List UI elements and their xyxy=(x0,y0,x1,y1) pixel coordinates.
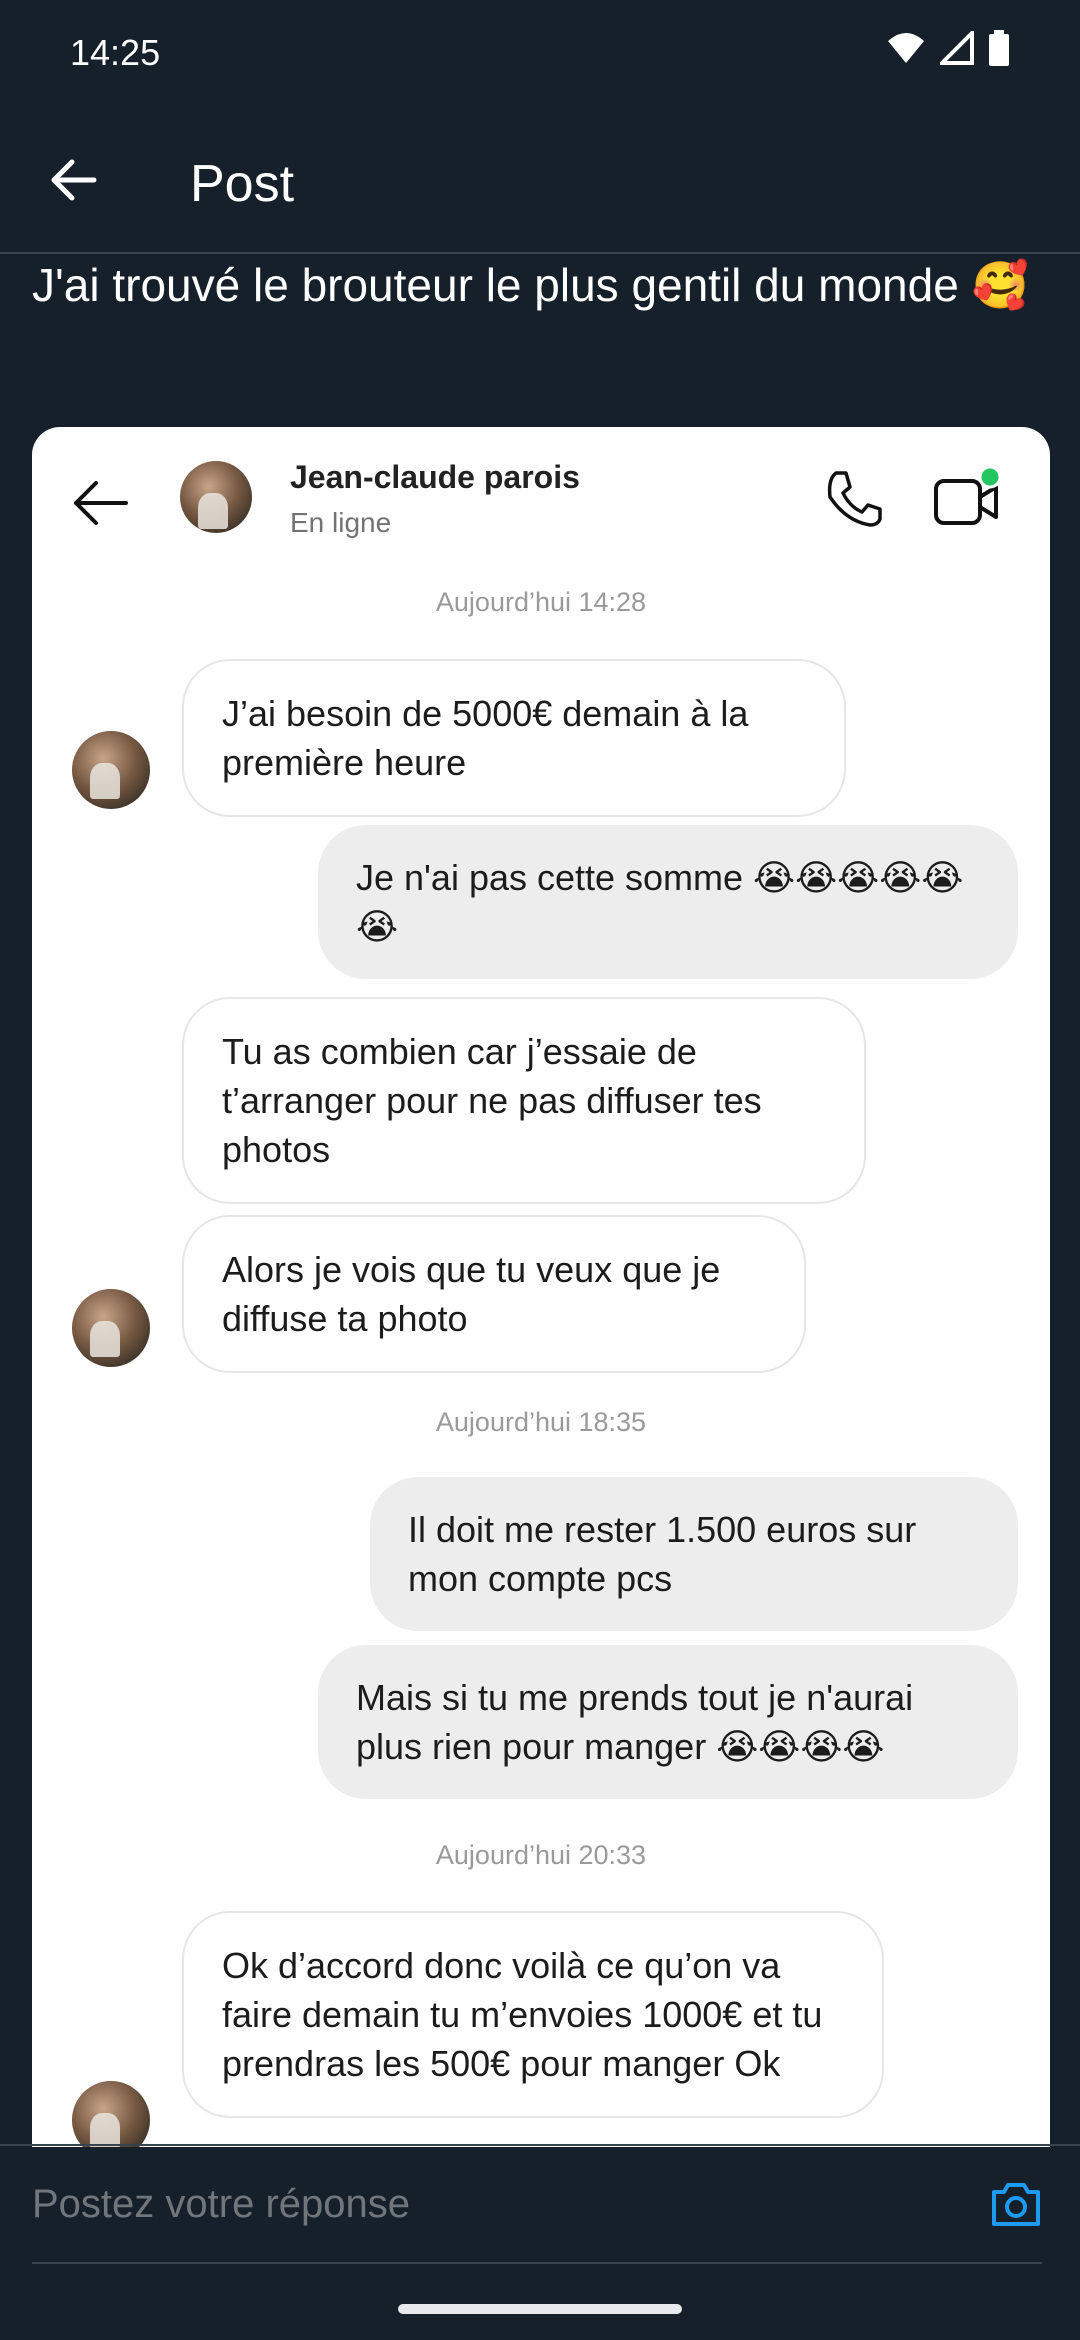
post-emoji: 🥰 xyxy=(971,258,1029,312)
gesture-nav-handle[interactable] xyxy=(398,2304,682,2314)
message-outgoing: Il doit me rester 1.500 euros sur mon co… xyxy=(370,1477,1018,1631)
message-avatar xyxy=(72,731,150,809)
status-icons xyxy=(886,30,1010,66)
contact-status: En ligne xyxy=(290,507,392,538)
message-incoming: J’ai besoin de 5000€ demain à la premièr… xyxy=(182,659,846,817)
contact-name: Jean-claude parois xyxy=(290,459,580,495)
reply-divider xyxy=(32,2262,1042,2264)
message-outgoing: Mais si tu me prends tout je n'aurai plu… xyxy=(318,1645,1018,1799)
message-outgoing: Je n'ai pas cette somme 😭😭😭😭😭😭 xyxy=(318,825,1018,979)
battery-icon xyxy=(989,30,1009,66)
post-text: J'ai trouvé le brouteur le plus gentil d… xyxy=(32,252,1042,318)
message-incoming: Ok d’accord donc voilà ce qu’on va faire… xyxy=(182,1911,884,2118)
contact-avatar xyxy=(180,461,252,533)
phone-icon xyxy=(827,471,882,527)
timestamp: Aujourd’hui 18:35 xyxy=(435,1407,647,1437)
reply-input[interactable]: Postez votre réponse xyxy=(32,2182,410,2227)
wifi-icon xyxy=(888,33,924,63)
chat-back-arrow-icon xyxy=(74,481,128,525)
status-bar: 14:25 xyxy=(0,0,1080,110)
status-time: 14:25 xyxy=(70,32,161,73)
signal-icon xyxy=(940,31,974,65)
post-image-card[interactable]: Jean-claude parois En ligne Aujourd’hui … xyxy=(32,427,1050,2147)
app-bar: Post xyxy=(0,110,1080,254)
message-incoming: Alors je vois que tu veux que je diffuse… xyxy=(182,1215,806,1373)
timestamp: Aujourd’hui 14:28 xyxy=(435,587,647,617)
message-avatar xyxy=(72,2081,150,2147)
timestamp: Aujourd’hui 20:33 xyxy=(435,1840,647,1870)
camera-icon[interactable] xyxy=(990,2178,1042,2230)
reply-bar: Postez votre réponse xyxy=(0,2144,1080,2264)
page-title: Post xyxy=(190,155,295,213)
back-arrow-icon[interactable] xyxy=(44,150,104,210)
chat-header: Jean-claude parois En ligne xyxy=(32,427,1050,577)
message-incoming: Tu as combien car j’essaie de t’arranger… xyxy=(182,997,866,1204)
video-call-icon xyxy=(934,467,1002,525)
message-avatar xyxy=(72,1289,150,1367)
post-text-body: J'ai trouvé le brouteur le plus gentil d… xyxy=(32,259,959,311)
